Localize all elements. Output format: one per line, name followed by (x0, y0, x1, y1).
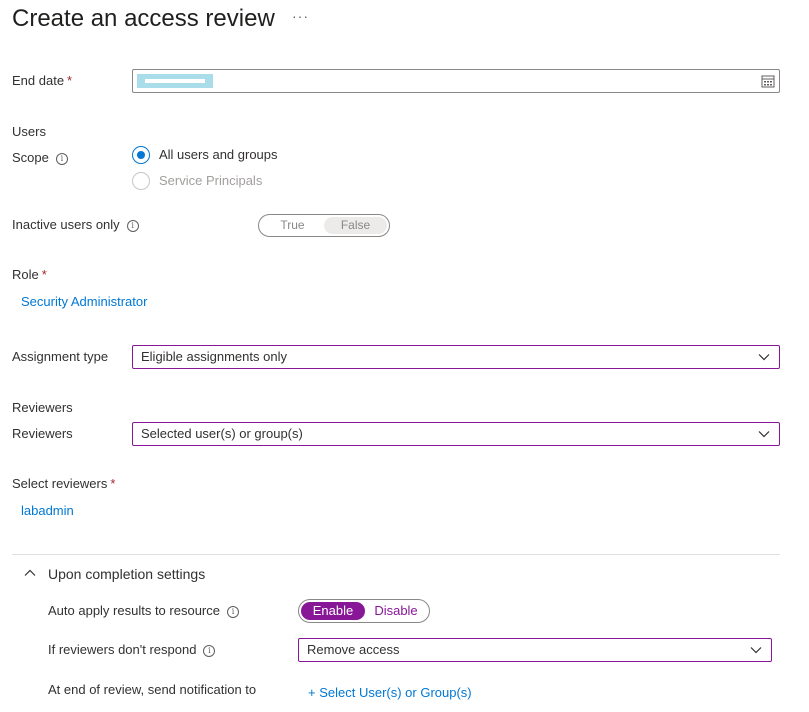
reviewers-label: Reviewers (12, 426, 73, 441)
no-response-dropdown[interactable]: Remove access (298, 638, 772, 662)
scope-option-label: Service Principals (159, 173, 263, 188)
inactive-users-label-text: Inactive users only (12, 217, 120, 232)
end-date-field[interactable] (132, 69, 780, 93)
select-reviewers-label: Select reviewers * (12, 475, 115, 493)
inactive-users-toggle: True False (258, 214, 390, 237)
reviewers-dropdown[interactable]: Selected user(s) or group(s) (132, 422, 780, 446)
chevron-down-icon (758, 431, 770, 438)
page-title: Create an access review (12, 5, 275, 32)
scope-option-label: All users and groups (159, 147, 278, 162)
info-icon[interactable]: i (126, 220, 139, 232)
required-mark: * (41, 267, 47, 282)
inactive-users-label: Inactive users only i (12, 216, 139, 234)
auto-apply-toggle[interactable]: Enable Disable (298, 599, 430, 623)
access-review-page: Create an access review ··· End date * Us… (0, 0, 809, 712)
users-section-label: Users (12, 124, 46, 139)
select-reviewers-label-text: Select reviewers (12, 476, 108, 491)
no-response-value: Remove access (307, 642, 400, 657)
radio-unselected-icon (132, 172, 150, 190)
required-mark: * (110, 476, 116, 491)
no-response-label-text: If reviewers don't respond (48, 642, 197, 657)
no-response-label: If reviewers don't respond i (48, 641, 216, 659)
chevron-down-icon (750, 647, 762, 654)
end-date-label-text: End date (12, 73, 65, 88)
toggle-enable-option[interactable]: Enable (301, 602, 365, 620)
role-label: Role * (12, 266, 47, 284)
scope-label: Scope i (12, 149, 68, 167)
info-icon[interactable]: i (226, 606, 239, 618)
notification-label: At end of review, send notification to (48, 682, 257, 697)
assignment-type-label: Assignment type (12, 349, 109, 364)
role-label-text: Role (12, 267, 39, 282)
chevron-down-icon (758, 354, 770, 361)
assignment-type-dropdown[interactable]: Eligible assignments only (132, 345, 780, 369)
reviewers-section-label: Reviewers (12, 400, 73, 415)
selected-reviewer-link[interactable]: labadmin (21, 502, 74, 520)
scope-option-all-users[interactable]: All users and groups (132, 146, 278, 164)
role-link[interactable]: Security Administrator (21, 293, 147, 311)
section-divider (12, 554, 780, 555)
select-notification-recipients-link[interactable]: + Select User(s) or Group(s) (308, 684, 472, 702)
auto-apply-label-text: Auto apply results to resource (48, 603, 220, 618)
scope-label-text: Scope (12, 150, 49, 165)
end-date-label: End date * (12, 72, 72, 90)
chevron-up-icon[interactable] (24, 568, 36, 578)
toggle-false-option: False (324, 217, 387, 234)
required-mark: * (67, 73, 73, 88)
more-options-button[interactable]: ··· (292, 8, 309, 24)
radio-selected-icon[interactable] (132, 146, 150, 164)
scope-option-service-principals: Service Principals (132, 172, 262, 190)
toggle-disable-option[interactable]: Disable (365, 602, 427, 620)
info-icon[interactable]: i (55, 153, 68, 165)
completion-settings-header[interactable]: Upon completion settings (48, 564, 205, 584)
auto-apply-label: Auto apply results to resource i (48, 602, 239, 620)
info-icon[interactable]: i (203, 645, 216, 657)
end-date-value (137, 74, 213, 88)
toggle-true-option: True (280, 218, 305, 232)
assignment-type-value: Eligible assignments only (141, 349, 287, 364)
calendar-icon[interactable] (761, 74, 775, 88)
reviewers-value: Selected user(s) or group(s) (141, 426, 303, 441)
